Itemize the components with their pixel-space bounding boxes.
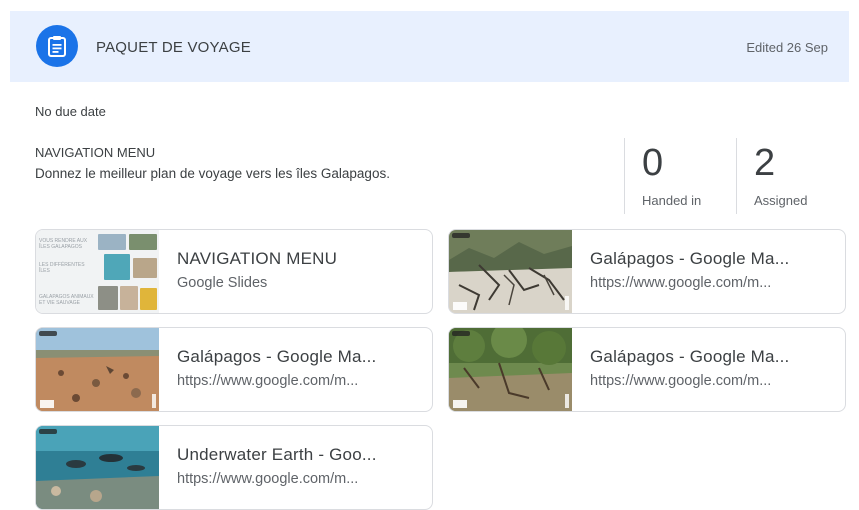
street-view-thumbnail (449, 328, 572, 411)
attachment-title: Galápagos - Google Ma... (590, 347, 790, 366)
assigned-label: Assigned (754, 193, 808, 208)
slide-image (140, 288, 157, 310)
slide-image (98, 234, 126, 250)
attachment-card[interactable]: Galápagos - Google Ma... https://www.goo… (35, 327, 433, 412)
street-view-badge (452, 233, 470, 238)
street-view-badge (452, 331, 470, 336)
slide-image (120, 286, 138, 310)
handed-in-count: 0 (642, 142, 664, 184)
slide-image (133, 258, 157, 278)
street-view-badge (39, 331, 57, 336)
street-view-control (565, 296, 569, 310)
street-view-control (565, 394, 569, 408)
handed-in-stat[interactable]: 0 Handed in (624, 138, 735, 214)
attachment-card[interactable]: Galápagos - Google Ma... https://www.goo… (448, 229, 846, 314)
assigned-stat[interactable]: 2 Assigned (736, 138, 837, 214)
attachment-subtitle: https://www.google.com/m... (177, 373, 359, 389)
street-view-badge (39, 429, 57, 434)
due-date: No due date (35, 104, 106, 119)
slide-image (104, 254, 130, 280)
assignment-title: PAQUET DE VOYAGE (96, 39, 251, 56)
description-title: NAVIGATION MENU (35, 145, 156, 160)
attachment-subtitle: https://www.google.com/m... (177, 471, 359, 487)
slide-image (98, 286, 118, 310)
attachment-card[interactable]: VOUS RENDRE AUX ÎLES GALAPAGOS LES DIFFÉ… (35, 229, 433, 314)
attachment-card[interactable]: Underwater Earth - Goo... https://www.go… (35, 425, 433, 510)
attachment-card[interactable]: Galápagos - Google Ma... https://www.goo… (448, 327, 846, 412)
attachment-title: Galápagos - Google Ma... (590, 249, 790, 268)
attachment-title: Underwater Earth - Goo... (177, 445, 377, 464)
assignment-icon (36, 25, 78, 67)
description-text: Donnez le meilleur plan de voyage vers l… (35, 166, 390, 181)
street-view-control (453, 302, 467, 310)
attachment-subtitle: https://www.google.com/m... (590, 373, 772, 389)
slides-thumb-text: VOUS RENDRE AUX ÎLES GALAPAGOS (39, 238, 88, 250)
street-view-thumbnail (36, 328, 159, 411)
attachment-subtitle: Google Slides (177, 275, 268, 291)
street-view-control (152, 394, 156, 408)
street-view-control (453, 400, 467, 408)
slide-image (129, 234, 157, 250)
edited-date: Edited 26 Sep (746, 40, 828, 55)
handed-in-label: Handed in (642, 193, 702, 208)
street-view-thumbnail (36, 426, 159, 509)
assigned-count: 2 (754, 142, 776, 184)
slides-thumbnail: VOUS RENDRE AUX ÎLES GALAPAGOS LES DIFFÉ… (36, 230, 159, 313)
slides-thumb-text: LES DIFFÉRENTES ÎLES (39, 262, 85, 274)
attachment-title: Galápagos - Google Ma... (177, 347, 377, 366)
street-view-thumbnail (449, 230, 572, 313)
assignment-header: PAQUET DE VOYAGE Edited 26 Sep (10, 11, 849, 82)
attachment-title: NAVIGATION MENU (177, 249, 338, 268)
slides-thumb-text: GALAPAGOS ANIMAUX ET VIE SAUVAGE (39, 294, 94, 306)
attachment-subtitle: https://www.google.com/m... (590, 275, 772, 291)
street-view-control (40, 400, 54, 408)
